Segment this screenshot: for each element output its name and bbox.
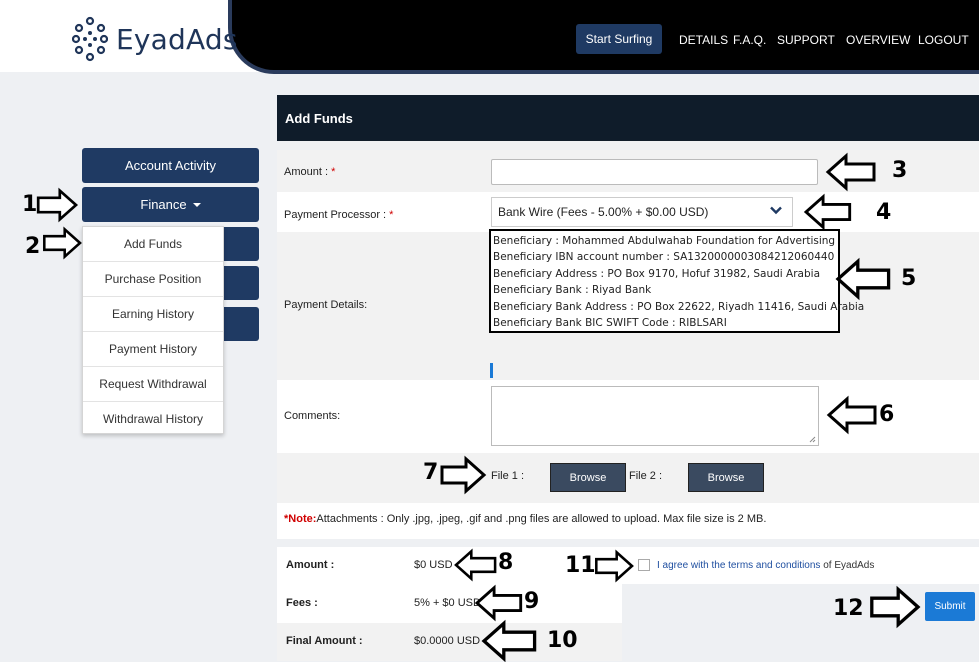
- start-surfing-button[interactable]: Start Surfing: [576, 24, 662, 54]
- annotation-label-11: 11: [565, 553, 596, 578]
- summary-final-value: $0.0000 USD: [414, 635, 481, 647]
- details-line: Beneficiary Bank BIC SWIFT Code : RIBLSA…: [493, 316, 727, 329]
- annotation-label-1: 1: [22, 192, 38, 217]
- menu-earning-history[interactable]: Earning History: [83, 297, 223, 332]
- summary-fees-label: Fees :: [286, 597, 318, 609]
- caret-down-icon: [192, 202, 201, 207]
- summary-fees-row: Fees : 5% + $0 USD: [277, 585, 622, 623]
- annotation-label-6: 6: [879, 402, 895, 427]
- annotation-label-10: 10: [547, 628, 578, 653]
- payment-details-box: Beneficiary : Mohammed Abdulwahab Founda…: [489, 229, 865, 333]
- details-line: Beneficiary IBN account number : SA13200…: [493, 251, 835, 264]
- finance-dropdown-menu: Add Funds Purchase Position Earning Hist…: [82, 226, 224, 434]
- nav-overview[interactable]: OVERVIEW: [846, 33, 910, 47]
- sidebar-account-activity[interactable]: Account Activity: [82, 148, 259, 183]
- logo-icon: [72, 16, 108, 62]
- menu-payment-history[interactable]: Payment History: [83, 332, 223, 367]
- submit-button[interactable]: Submit: [925, 592, 975, 621]
- annotation-arrow-12: [870, 587, 920, 627]
- resize-grip-icon[interactable]: [809, 436, 816, 443]
- annotation-label-9: 9: [524, 589, 540, 614]
- summary-amount-label: Amount :: [286, 559, 335, 571]
- annotation-arrow-1: [36, 189, 78, 221]
- annotation-label-12: 12: [833, 596, 864, 621]
- nav-support[interactable]: SUPPORT: [777, 33, 835, 47]
- amount-label: Amount : *: [284, 166, 336, 178]
- sidebar-finance-label: Finance: [140, 197, 187, 212]
- annotation-arrow-2: [43, 228, 82, 258]
- details-line: Beneficiary Bank Address : PO Box 22622,…: [493, 300, 865, 313]
- file1-label: File 1 :: [491, 470, 525, 482]
- brand-logo[interactable]: EyadAds: [72, 16, 238, 62]
- sidebar-finance[interactable]: Finance: [82, 187, 259, 222]
- details-line: Beneficiary Bank : Riyad Bank: [493, 284, 652, 297]
- summary-final-label: Final Amount :: [286, 635, 363, 647]
- panel-title: Add Funds: [277, 95, 979, 141]
- comments-label: Comments:: [284, 410, 341, 422]
- annotation-label-3: 3: [892, 158, 908, 183]
- file2-label: File 2 :: [629, 470, 663, 482]
- payment-processor-value: Bank Wire (Fees - 5.00% + $0.00 USD): [498, 205, 709, 219]
- comments-textarea[interactable]: [491, 386, 819, 446]
- details-line: Beneficiary Address : PO Box 9170, Hofuf…: [493, 267, 821, 280]
- nav-faq[interactable]: F.A.Q.: [733, 33, 766, 47]
- annotation-label-2: 2: [25, 234, 41, 259]
- nav-details[interactable]: DETAILS: [679, 33, 728, 47]
- summary-fees-value: 5% + $0 USD: [414, 597, 481, 609]
- terms-suffix: of EyadAds: [820, 560, 875, 571]
- menu-request-withdrawal[interactable]: Request Withdrawal: [83, 367, 223, 402]
- chevron-down-icon: [770, 206, 782, 215]
- annotation-label-7: 7: [423, 460, 439, 485]
- processor-label: Payment Processor : *: [284, 209, 394, 221]
- nav-logout[interactable]: LOGOUT: [918, 33, 969, 47]
- attachments-row: [277, 453, 979, 503]
- file2-browse-button[interactable]: Browse: [688, 463, 764, 492]
- amount-input[interactable]: [491, 159, 818, 185]
- terms-agreement: I agree with the terms and conditions of…: [657, 560, 874, 571]
- annotation-label-5: 5: [901, 266, 917, 291]
- menu-withdrawal-history[interactable]: Withdrawal History: [83, 402, 223, 436]
- summary-amount-value: $0 USD: [414, 559, 453, 571]
- file1-browse-button[interactable]: Browse: [550, 463, 626, 492]
- payment-processor-select[interactable]: Bank Wire (Fees - 5.00% + $0.00 USD): [491, 197, 793, 227]
- terms-link[interactable]: I agree with the terms and conditions: [657, 560, 820, 571]
- attachment-note: *Note:Attachments : Only .jpg, .jpeg, .g…: [284, 513, 767, 525]
- payment-details-label: Payment Details:: [284, 299, 368, 311]
- annotation-label-8: 8: [498, 550, 514, 575]
- scroll-indicator: [490, 363, 493, 378]
- menu-add-funds[interactable]: Add Funds: [83, 227, 223, 262]
- menu-purchase-position[interactable]: Purchase Position: [83, 262, 223, 297]
- terms-checkbox[interactable]: [638, 559, 650, 571]
- brand-name: EyadAds: [116, 22, 238, 56]
- annotation-label-4: 4: [876, 200, 892, 225]
- details-line: Beneficiary : Mohammed Abdulwahab Founda…: [493, 235, 836, 247]
